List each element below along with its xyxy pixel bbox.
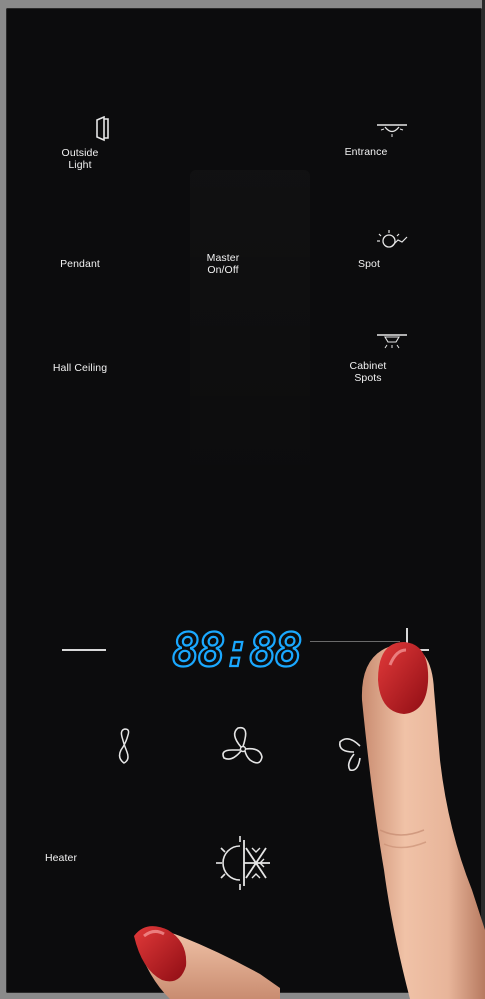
fan-low-icon[interactable]	[112, 725, 136, 769]
heater-button[interactable]: Heater	[30, 852, 92, 864]
hall-ceiling-button[interactable]: Hall Ceiling	[42, 362, 118, 374]
entrance-light-icon[interactable]	[375, 122, 409, 138]
panel-glare	[190, 170, 310, 500]
minus-icon[interactable]	[62, 649, 106, 651]
spot-button[interactable]: Spot	[339, 258, 399, 270]
cabinet-spot-icon[interactable]	[375, 332, 409, 350]
heat-cool-icon[interactable]	[212, 834, 274, 892]
entrance-button[interactable]: Entrance	[336, 146, 396, 158]
spot-light-icon[interactable]	[372, 228, 410, 254]
thumb	[134, 926, 280, 999]
fan-medium-icon[interactable]	[218, 724, 270, 772]
outside-light-button[interactable]: Outside Light	[50, 147, 110, 171]
time-display-value: 88:88	[172, 624, 301, 672]
cabinet-spots-button[interactable]: Cabinet Spots	[338, 360, 398, 384]
door-icon[interactable]	[92, 116, 112, 142]
pendant-button[interactable]: Pendant	[50, 258, 110, 270]
pointing-finger	[361, 642, 485, 999]
master-on-off-button[interactable]: Master On/Off	[193, 252, 253, 276]
time-display: 88:88	[171, 624, 304, 672]
